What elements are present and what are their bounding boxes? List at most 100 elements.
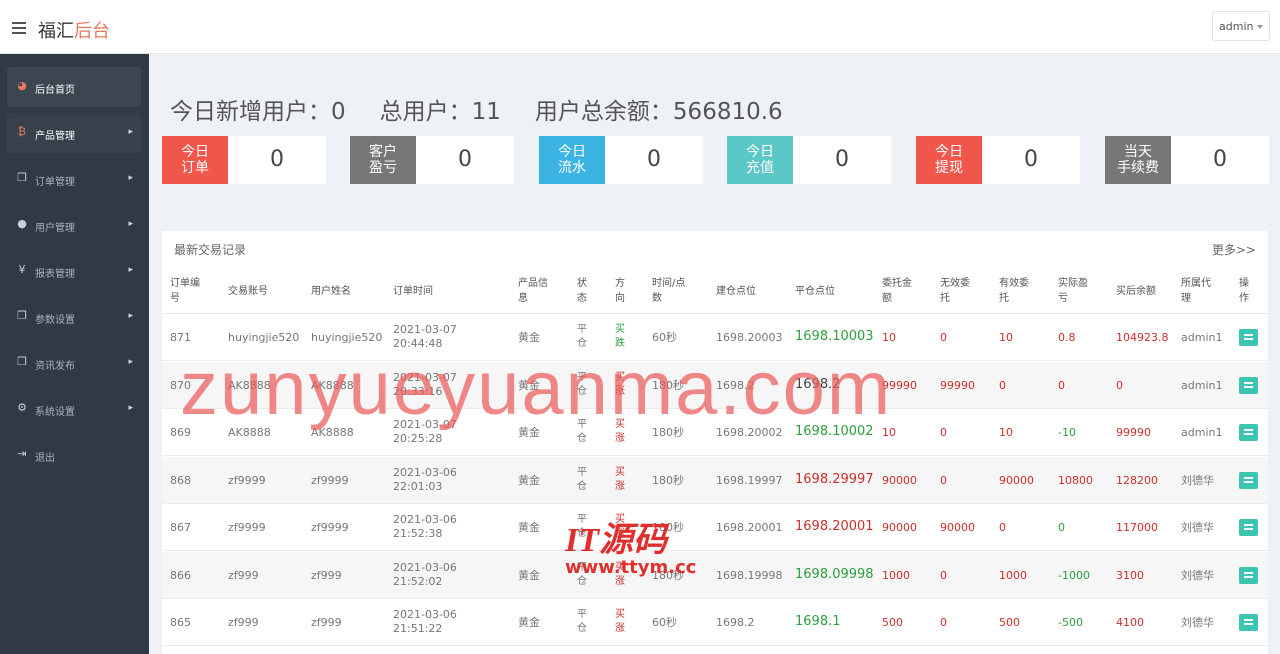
order-id: 870 bbox=[170, 378, 191, 392]
order-id: 865 bbox=[170, 616, 191, 629]
stats-summary: 今日新增用户：0 总用户：11 用户总余额：566810.6 bbox=[170, 92, 817, 126]
sidebar-item-5[interactable]: ❐ 参数设置 ▸ bbox=[7, 297, 141, 337]
order-date: 2021-03-07 bbox=[393, 370, 457, 384]
brand-title: 福汇后台 bbox=[38, 17, 110, 43]
chevron-right-icon: ▸ bbox=[128, 127, 133, 137]
view-details-button[interactable] bbox=[1239, 519, 1258, 536]
sidebar: ◕ 后台首页 ₿ 产品管理 ▸ ❐ 订单管理 ▸ ● 用户管理 ▸ ¥ 报表管理 ▸ ❐ 参数设置 ▸ ❐ 资讯发布… bbox=[0, 54, 149, 654]
order-direction: 买 跌 bbox=[615, 324, 625, 349]
admin-label: admin bbox=[1219, 20, 1254, 33]
invalid-amount: 0 bbox=[940, 616, 947, 629]
view-details-button[interactable] bbox=[1239, 566, 1258, 584]
order-id: 867 bbox=[170, 521, 191, 534]
stat-card: 今日 流水 0 bbox=[539, 136, 703, 184]
total-users-stat: 总用户：11 bbox=[379, 99, 501, 125]
agent-name: admin1 bbox=[1181, 426, 1223, 439]
actual-profit: 10800 bbox=[1058, 473, 1093, 487]
invalid-amount: 0 bbox=[940, 568, 947, 582]
menu-toggle-icon[interactable] bbox=[12, 22, 26, 34]
sidebar-item-label: 参数设置 bbox=[35, 315, 75, 326]
order-status: 平 仓 bbox=[577, 609, 587, 634]
sidebar-item-4[interactable]: ¥ 报表管理 ▸ bbox=[7, 251, 141, 291]
sidebar-item-label: 系统设置 bbox=[35, 407, 75, 418]
view-details-button[interactable] bbox=[1239, 329, 1258, 346]
order-id: 871 bbox=[170, 331, 191, 344]
actual-profit: -10 bbox=[1058, 426, 1076, 439]
order-time: 21:51:22 bbox=[393, 622, 443, 635]
sidebar-item-7[interactable]: ⚙ 系统设置 ▸ bbox=[7, 389, 141, 429]
order-status: 平 仓 bbox=[577, 561, 587, 587]
column-header: 交易账号 bbox=[228, 286, 268, 297]
order-amount: 500 bbox=[882, 616, 903, 629]
product-info: 黄金 bbox=[518, 473, 540, 487]
yen-icon: ¥ bbox=[18, 263, 26, 276]
column-header: 状 态 bbox=[577, 278, 587, 304]
sidebar-item-label: 用户管理 bbox=[35, 223, 75, 234]
agent-name: admin1 bbox=[1181, 331, 1223, 344]
stat-card-value: 0 bbox=[1024, 147, 1038, 172]
user-name: zf999 bbox=[311, 568, 342, 582]
order-direction: 买 涨 bbox=[615, 419, 625, 444]
actual-profit: 0.8 bbox=[1058, 331, 1076, 344]
close-price: 1698.20001 bbox=[795, 519, 874, 534]
sidebar-item-0[interactable]: ◕ 后台首页 bbox=[7, 67, 141, 107]
chevron-right-icon: ▸ bbox=[128, 173, 133, 183]
view-details-button[interactable] bbox=[1239, 614, 1258, 631]
order-amount: 90000 bbox=[882, 473, 917, 487]
valid-amount: 0 bbox=[999, 521, 1006, 534]
order-id: 866 bbox=[170, 568, 191, 582]
column-header: 订单时间 bbox=[393, 286, 433, 297]
trade-account: AK8888 bbox=[228, 378, 271, 392]
user-icon: ● bbox=[17, 217, 27, 230]
view-details-button[interactable] bbox=[1239, 471, 1258, 489]
table-row: 869 AK8888 AK8888 2021-03-07 20:25:28 黄金 平 仓 买 … bbox=[162, 409, 1268, 456]
order-period: 60秒 bbox=[652, 331, 677, 344]
dashboard-icon: ◕ bbox=[17, 79, 27, 92]
sidebar-item-8[interactable]: ⇥ 退出 bbox=[7, 435, 141, 475]
column-header: 建仓点位 bbox=[716, 286, 756, 297]
order-direction: 买 涨 bbox=[615, 371, 625, 397]
agent-name: 刘德华 bbox=[1181, 616, 1214, 629]
order-status: 平 仓 bbox=[577, 514, 587, 539]
more-link[interactable]: 更多>> bbox=[1212, 241, 1256, 258]
sidebar-item-1[interactable]: ₿ 产品管理 ▸ bbox=[7, 113, 141, 153]
view-details-button[interactable] bbox=[1239, 376, 1258, 394]
sidebar-item-2[interactable]: ❐ 订单管理 ▸ bbox=[7, 159, 141, 199]
open-price: 1698.19997 bbox=[716, 473, 783, 487]
stat-card-label: 今日 提现 bbox=[916, 136, 982, 184]
column-header: 平仓点位 bbox=[795, 286, 835, 297]
invalid-amount: 0 bbox=[940, 473, 947, 487]
sidebar-item-6[interactable]: ❐ 资讯发布 ▸ bbox=[7, 343, 141, 383]
panel-title: 最新交易记录 bbox=[174, 243, 247, 257]
order-date: 2021-03-06 bbox=[393, 465, 457, 479]
stat-card: 客户 盈亏 0 bbox=[350, 136, 514, 184]
view-details-button[interactable] bbox=[1239, 424, 1258, 441]
user-name: zf999 bbox=[311, 616, 342, 629]
product-info: 黄金 bbox=[518, 521, 540, 534]
balance-after: 3100 bbox=[1116, 568, 1144, 582]
order-direction: 买 涨 bbox=[615, 561, 625, 587]
close-price: 1698.2 bbox=[795, 376, 841, 392]
balance-after: 99990 bbox=[1116, 426, 1151, 439]
order-time: 20:33:16 bbox=[393, 384, 443, 398]
table-row: 870 AK8888 AK8888 2021-03-07 20:33:16 黄金 平 仓 买 … bbox=[162, 361, 1268, 409]
order-direction: 买 涨 bbox=[615, 609, 625, 634]
gears-icon: ⚙ bbox=[17, 401, 27, 414]
order-amount: 99990 bbox=[882, 378, 917, 392]
invalid-amount: 99990 bbox=[940, 378, 975, 392]
open-price: 1698.20002 bbox=[716, 426, 783, 439]
valid-amount: 90000 bbox=[999, 473, 1034, 487]
recent-trades-panel: 最新交易记录 更多>> 订单编 号 交易账号 用户姓名 订单时间 产品信 息 状 态 方 向… bbox=[162, 231, 1268, 654]
actual-profit: -500 bbox=[1058, 616, 1083, 629]
actual-profit: 0 bbox=[1058, 521, 1065, 534]
top-bar: 福汇后台 admin bbox=[0, 0, 1280, 54]
user-name: zf9999 bbox=[311, 521, 349, 534]
stat-card-label: 当天 手续费 bbox=[1105, 136, 1171, 184]
chevron-right-icon: ▸ bbox=[128, 311, 133, 321]
sidebar-item-label: 后台首页 bbox=[35, 85, 75, 96]
open-price: 1698.20001 bbox=[716, 521, 783, 534]
admin-dropdown[interactable]: admin bbox=[1212, 11, 1270, 41]
order-id: 868 bbox=[170, 473, 191, 487]
sidebar-item-3[interactable]: ● 用户管理 ▸ bbox=[7, 205, 141, 245]
order-period: 180秒 bbox=[652, 521, 684, 534]
